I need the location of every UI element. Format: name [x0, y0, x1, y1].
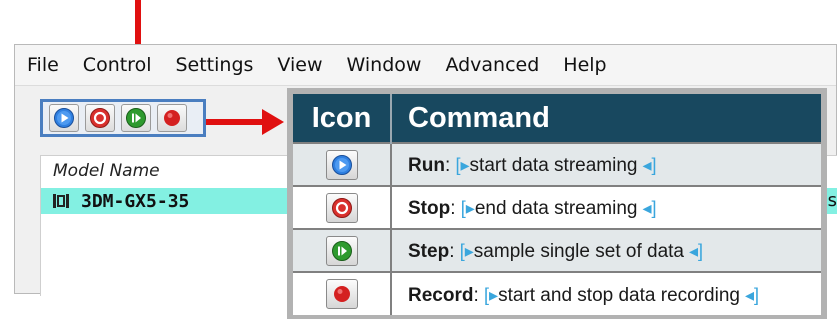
bracket-open-icon: [▸: [484, 284, 499, 305]
step-icon: [325, 235, 358, 266]
column-header-model-name[interactable]: Model Name: [41, 156, 291, 186]
bracket-close-icon: ◂]: [739, 284, 759, 305]
menu-advanced[interactable]: Advanced: [433, 54, 551, 76]
control-toolbar: [40, 99, 206, 137]
command-name: Record: [408, 284, 474, 306]
table-row: Record: [▸start and stop data recording …: [293, 271, 821, 315]
menu-help[interactable]: Help: [551, 54, 618, 76]
device-icon: [53, 194, 69, 208]
command-table: Icon Command Run: [▸start data streaming…: [293, 94, 821, 315]
menu-file[interactable]: File: [15, 54, 71, 76]
bracket-close-icon: ◂]: [637, 155, 657, 175]
header-command: Command: [391, 94, 821, 143]
device-model-name: 3DM-GX5-35: [81, 190, 190, 212]
annotation-arrow-right-head: [262, 109, 284, 135]
command-name: Stop: [408, 198, 451, 219]
command-separator: :: [473, 284, 479, 306]
stop-icon: [90, 108, 110, 128]
run-icon: [54, 108, 74, 128]
bracket-close-icon: ◂]: [637, 198, 657, 218]
bracket-open-icon: [▸: [459, 241, 474, 261]
run-button[interactable]: [49, 104, 79, 132]
stop-icon: [325, 192, 358, 223]
command-description: start data streaming: [469, 155, 638, 176]
step-icon: [126, 108, 146, 128]
stop-button[interactable]: [85, 104, 115, 132]
record-button[interactable]: [157, 104, 187, 132]
bracket-open-icon: [▸: [460, 198, 475, 218]
table-row: Step: [▸sample single set of data ◂]: [293, 228, 821, 272]
menu-view[interactable]: View: [265, 54, 334, 76]
run-icon: [325, 149, 358, 180]
command-separator: :: [444, 155, 451, 176]
menu-settings[interactable]: Settings: [163, 54, 265, 76]
header-icon: Icon: [293, 94, 392, 143]
table-row: Run: [▸start data streaming ◂]: [293, 142, 821, 186]
command-name: Run: [408, 155, 445, 176]
menu-bar: File Control Settings View Window Advanc…: [15, 45, 836, 86]
table-row: Stop: [▸end data streaming ◂]: [293, 185, 821, 229]
bracket-close-icon: ◂]: [683, 241, 704, 261]
command-name: Step: [408, 241, 450, 262]
command-separator: :: [450, 198, 456, 219]
command-description: start and stop data recording: [498, 284, 740, 306]
step-button[interactable]: [121, 104, 151, 132]
menu-control[interactable]: Control: [71, 54, 164, 76]
device-row-trailing-text: s: [827, 190, 837, 211]
command-separator: :: [449, 241, 455, 262]
menu-window[interactable]: Window: [335, 54, 434, 76]
record-icon: [325, 279, 358, 309]
command-description: sample single set of data: [473, 241, 684, 262]
bracket-open-icon: [▸: [455, 155, 470, 175]
annotation-arrow-right: [206, 119, 266, 125]
command-description: end data streaming: [474, 198, 638, 219]
record-icon: [164, 110, 180, 126]
command-legend: Icon Command Run: [▸start data streaming…: [287, 88, 827, 319]
